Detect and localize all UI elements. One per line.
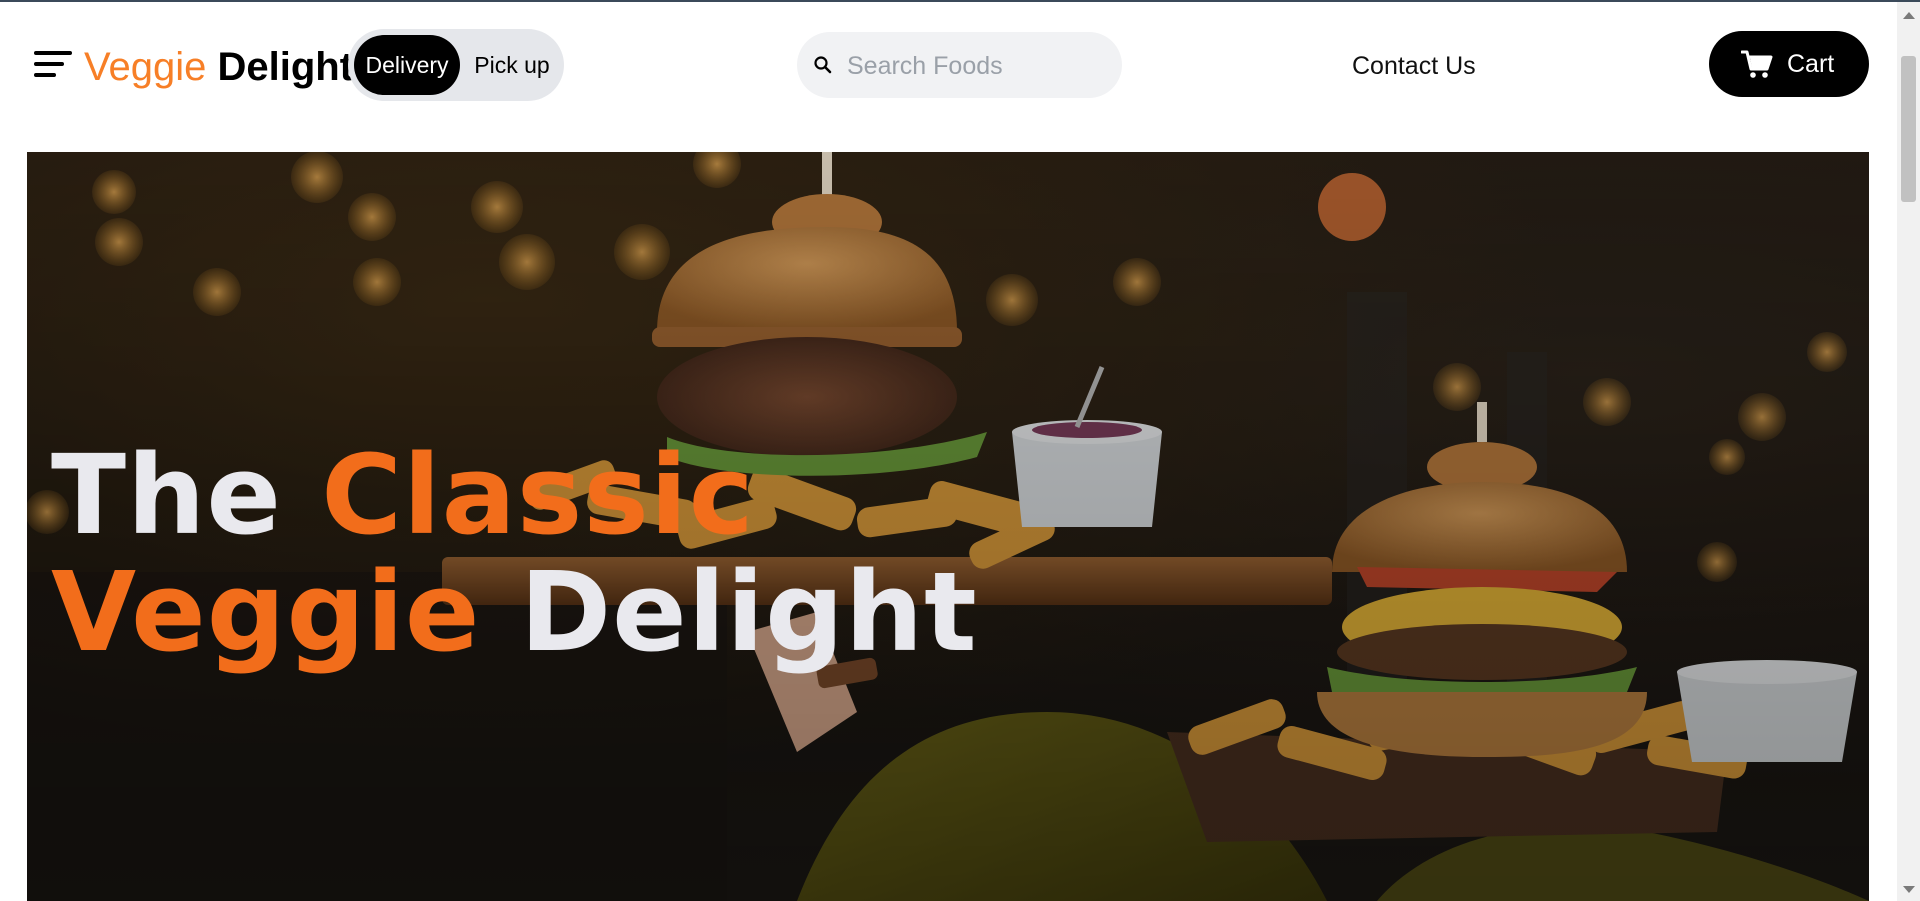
hero-title: The Classic Veggie Delight [51, 437, 978, 671]
brand-name-part2: Delight [217, 45, 354, 89]
cart-icon [1741, 50, 1773, 78]
hero-word-classic: Classic [321, 431, 755, 559]
search-bar [797, 32, 1122, 100]
hero-word-veggie: Veggie [51, 548, 481, 676]
order-mode-toggle: Delivery Pick up [348, 29, 564, 101]
brand-name-part1: Veggie [84, 45, 207, 89]
brand-logo[interactable]: Veggie Delight [84, 42, 353, 92]
menu-icon[interactable] [34, 48, 76, 80]
pickup-button[interactable]: Pick up [464, 35, 560, 95]
search-icon[interactable] [813, 55, 833, 75]
cart-label: Cart [1787, 50, 1835, 78]
scroll-down-arrow-icon[interactable] [1903, 886, 1915, 893]
delivery-button[interactable]: Delivery [354, 35, 460, 95]
hero-title-line2: Veggie Delight [51, 554, 978, 671]
cart-button[interactable]: Cart [1709, 31, 1869, 97]
hero-word-the: The [51, 431, 282, 559]
search-input[interactable] [845, 32, 1109, 100]
page: Veggie Delight Delivery Pick up Contact … [0, 2, 1897, 901]
hero-word-delight: Delight [519, 548, 978, 676]
site-header: Veggie Delight Delivery Pick up Contact … [0, 2, 1897, 128]
scrollbar-thumb[interactable] [1901, 56, 1916, 202]
page-scrollbar[interactable] [1897, 2, 1920, 901]
hero-banner: The Classic Veggie Delight [27, 152, 1869, 901]
hero-title-line1: The Classic [51, 437, 978, 554]
scroll-up-arrow-icon[interactable] [1903, 12, 1915, 19]
contact-us-link[interactable]: Contact Us [1352, 50, 1476, 82]
